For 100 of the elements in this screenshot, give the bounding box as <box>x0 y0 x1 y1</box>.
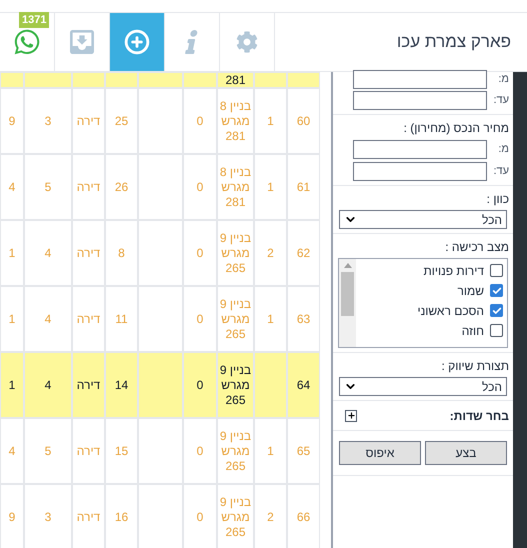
table-cell <box>138 352 183 418</box>
table-cell: 4 <box>24 286 72 352</box>
scrollbar[interactable] <box>339 259 356 347</box>
table-cell: 66 <box>287 484 320 548</box>
dropdown[interactable]: הכל <box>339 377 507 396</box>
table-cell: 14 <box>105 352 138 418</box>
input-field[interactable] <box>353 70 487 88</box>
expand-button[interactable] <box>345 410 357 422</box>
table-cell: 1 <box>0 286 24 352</box>
page-title: פארק צמרת עכו <box>396 31 511 54</box>
table-cell: 2 <box>254 484 287 548</box>
table-cell: 0 <box>183 154 217 220</box>
table-cell: 0 <box>183 88 217 154</box>
table-row[interactable]: 281 <box>0 72 320 88</box>
table-cell: 281 <box>217 72 254 88</box>
field-label: מ: <box>497 142 509 157</box>
input-field[interactable] <box>353 162 487 180</box>
table-cell: 4 <box>0 154 24 220</box>
table-cell <box>138 154 183 220</box>
table-cell <box>138 286 183 352</box>
table-cell <box>138 220 183 286</box>
table-cell <box>138 418 183 484</box>
table-cell: דירה <box>72 286 105 352</box>
checkbox[interactable] <box>490 304 503 317</box>
field-label: עד: <box>492 92 509 108</box>
table-cell: דירה <box>72 220 105 286</box>
table-cell: 65 <box>287 418 320 484</box>
table-cell: 4 <box>24 352 72 418</box>
table-cell: דירה <box>72 154 105 220</box>
form-button[interactable]: איפוס <box>339 441 421 465</box>
table-cell: 1 <box>0 220 24 286</box>
table-cell: 64 <box>287 352 320 418</box>
table-cell: בניין 9 מגרש 265 <box>217 352 254 418</box>
checkbox[interactable] <box>490 264 503 277</box>
table-cell: 5 <box>24 418 72 484</box>
filter-label: כוון : <box>486 191 510 208</box>
table-cell: דירה <box>72 352 105 418</box>
gear-icon <box>236 31 258 53</box>
table-cell: דירה <box>72 88 105 154</box>
toolbar-tab[interactable] <box>110 13 165 71</box>
filter-label: בחר שדות: <box>450 408 509 424</box>
table-cell <box>254 352 287 418</box>
table-cell <box>138 88 183 154</box>
table-cell: 9 <box>0 484 24 548</box>
checkbox[interactable] <box>490 284 503 297</box>
field-label: עד: <box>492 164 509 179</box>
table-cell <box>138 484 183 548</box>
checkbox-label: דירות פנויות <box>423 262 484 280</box>
table-cell: 0 <box>183 286 217 352</box>
table-cell: 0 <box>183 418 217 484</box>
table-cell: בניין 9 מגרש 265 <box>217 220 254 286</box>
table-cell: 25 <box>105 88 138 154</box>
table-cell: 16 <box>105 484 138 548</box>
table-cell: בניין 9 מגרש 265 <box>217 484 254 548</box>
table-cell: בניין 8 מגרש 281 <box>217 154 254 220</box>
table-cell: 63 <box>287 286 320 352</box>
table-cell: 1 <box>254 88 287 154</box>
dropdown[interactable]: הכל <box>339 210 507 229</box>
table-cell: 2 <box>254 220 287 286</box>
input-field[interactable] <box>353 140 487 158</box>
table-cell: 1 <box>254 418 287 484</box>
table-cell: 4 <box>0 418 24 484</box>
table-cell: 0 <box>183 352 217 418</box>
table-cell: 8 <box>105 220 138 286</box>
table-cell: 60 <box>287 88 320 154</box>
filter-label: מחיר הנכס (מחירון) : <box>402 120 510 137</box>
table-cell: בניין 9 מגרש 265 <box>217 418 254 484</box>
table-cell: 0 <box>183 220 217 286</box>
checkbox[interactable] <box>490 324 503 337</box>
table-cell: 5 <box>24 154 72 220</box>
field-label: מ: <box>497 72 509 87</box>
table-cell: 1 <box>254 154 287 220</box>
table-cell: 11 <box>105 286 138 352</box>
checkbox-list[interactable]: דירות פנויות שמור הסכם ראשוני חוזה <box>338 258 508 348</box>
table-cell: 61 <box>287 154 320 220</box>
scroll-up-icon[interactable] <box>344 263 352 268</box>
checkbox-label: הסכם ראשוני <box>418 302 484 320</box>
table-cell: דירה <box>72 418 105 484</box>
table-cell: 3 <box>24 484 72 548</box>
form-button[interactable]: בצע <box>425 441 507 465</box>
input-field[interactable] <box>353 90 487 110</box>
add-icon <box>124 29 150 55</box>
table-cell: 0 <box>183 484 217 548</box>
table-cell: 3 <box>24 88 72 154</box>
table-cell: 15 <box>105 418 138 484</box>
table-cell: 9 <box>0 88 24 154</box>
filter-label: מצב רכישה : <box>444 239 510 256</box>
notification-badge: 1371 <box>19 12 50 28</box>
table-cell: 26 <box>105 154 138 220</box>
table-cell: דירה <box>72 484 105 548</box>
table-cell: 62 <box>287 220 320 286</box>
checkbox-label: חוזה <box>462 322 484 340</box>
table-cell: בניין 9 מגרש 265 <box>217 286 254 352</box>
table-cell: בניין 8 מגרש 281 <box>217 88 254 154</box>
table-cell: 1 <box>254 286 287 352</box>
checkbox-label: שמור <box>457 282 484 300</box>
chat-bubble-icon <box>13 28 41 56</box>
table-cell: 4 <box>24 220 72 286</box>
table-cell: 1 <box>0 352 24 418</box>
filter-label: תצורת שיווק : <box>440 358 510 375</box>
